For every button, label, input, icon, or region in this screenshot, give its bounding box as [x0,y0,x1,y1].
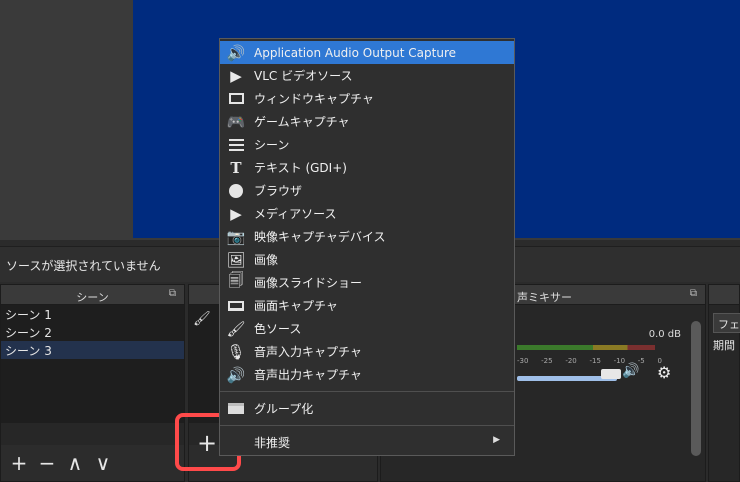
add-source-button[interactable]: + [192,429,222,457]
text-icon: T [230,158,242,177]
menu-item-label: 画面キャプチャ [254,299,338,313]
meter-tick: -30 [517,357,529,365]
volume-db-readout: 0.0 dB [648,329,681,340]
speaker-icon: 🔊 [226,43,246,62]
menu-item-label: グループ化 [254,402,314,416]
scene-item-3[interactable]: シーン 3 [1,341,184,359]
window-icon [224,90,248,108]
play-icon: ▶ [230,66,242,85]
menu-item-label: 音声入力キャプチャ [254,345,362,359]
menu-item-window-capture[interactable]: ウィンドウキャプチャ [220,87,514,110]
mixer-title: 声ミキサー [517,291,572,304]
brush-icon: 🖌 [193,311,211,327]
transition-duration-label: 期間 [713,339,735,352]
scene-item-1[interactable]: シーン 1 [1,305,184,323]
menu-item-vlc-video-source[interactable]: ▶ VLC ビデオソース [220,64,514,87]
monitor-icon [224,297,248,315]
menu-item-label: Application Audio Output Capture [254,45,456,60]
add-source-menu: 🔊 Application Audio Output Capture ▶ VLC… [219,38,515,456]
menu-item-label: シーン [254,138,290,152]
volume-slider-handle[interactable] [601,369,621,379]
menu-item-label: 色ソース [254,322,302,336]
speaker-icon: 🔊 [226,365,246,384]
gamepad-icon: 🎮 [226,112,246,131]
move-scene-up-button[interactable]: ∧ [63,451,87,475]
meter-tick: -25 [541,357,553,365]
scene-transitions-dock: フェ 期間 [708,284,740,482]
no-source-selected-text: ソースが選択されていません [6,259,161,273]
transition-select[interactable]: フェ [713,313,740,333]
menu-item-label: 画像スライドショー [254,276,363,290]
scene-list: シーン 1 シーン 2 シーン 3 [1,305,184,423]
transitions-header [709,285,739,305]
scenes-header: シーン ⧉ [1,285,184,305]
remove-scene-button[interactable]: − [35,451,59,475]
menu-item-browser[interactable]: ブラウザ [220,179,514,202]
slideshow-icon: 🗐 [228,271,244,289]
menu-item-color-source[interactable]: 🖌 色ソース [220,317,514,340]
menu-item-label: 画像 [254,253,279,267]
camera-icon: 📷 [226,227,246,246]
blank-icon [224,434,248,452]
list-icon [224,136,248,154]
folder-icon [224,400,248,418]
undock-icon[interactable]: ⧉ [169,288,176,299]
menu-item-label: ゲームキャプチャ [254,115,350,129]
mute-speaker-icon[interactable]: 🔊 [622,363,639,379]
image-icon: 🖼 [226,250,246,269]
menu-item-label: テキスト (GDI+) [254,161,347,175]
undock-icon[interactable]: ⧉ [690,288,697,299]
menu-item-group[interactable]: グループ化 [220,397,514,420]
menu-item-label: ブラウザ [254,184,303,198]
scenes-title: シーン [76,291,109,304]
meter-ticks: -30 -25 -20 -15 -10 -5 0 [517,357,662,365]
brush-icon: 🖌 [226,319,246,338]
meter-tick: -15 [589,357,601,365]
menu-item-game-capture[interactable]: 🎮 ゲームキャプチャ [220,110,514,133]
menu-item-text-gdi[interactable]: T テキスト (GDI+) [220,156,514,179]
gear-icon[interactable]: ⚙ [657,363,671,382]
menu-item-label: ウィンドウキャプチャ [254,92,374,106]
meter-tick: -20 [565,357,577,365]
scene-item-2[interactable]: シーン 2 [1,323,184,341]
menu-item-scene[interactable]: シーン [220,133,514,156]
move-scene-down-button[interactable]: ∨ [91,451,115,475]
globe-icon [224,182,248,200]
add-scene-button[interactable]: + [7,451,31,475]
menu-item-deprecated[interactable]: 非推奨 ▶ [220,431,514,454]
menu-item-label: 音声出力キャプチャ [254,368,362,382]
menu-item-image[interactable]: 🖼 画像 [220,248,514,271]
volume-meter [517,345,655,350]
menu-separator [220,391,514,392]
menu-item-label: VLC ビデオソース [254,69,353,83]
mixer-scrollbar[interactable] [691,321,701,456]
menu-item-media-source[interactable]: ▶ メディアソース [220,202,514,225]
microphone-icon: 🎙 [226,342,246,361]
menu-item-display-capture[interactable]: 画面キャプチャ [220,294,514,317]
menu-item-label: 非推奨 [254,436,291,450]
menu-item-label: 映像キャプチャデバイス [254,230,386,244]
submenu-arrow-icon: ▶ [493,435,500,445]
menu-item-image-slideshow[interactable]: 🗐 画像スライドショー [220,271,514,294]
menu-item-audio-input-capture[interactable]: 🎙 音声入力キャプチャ [220,340,514,363]
menu-item-label: メディアソース [254,207,337,221]
menu-item-audio-output-capture[interactable]: 🔊 音声出力キャプチャ [220,363,514,386]
menu-item-application-audio-capture[interactable]: 🔊 Application Audio Output Capture [220,41,514,64]
play-icon: ▶ [230,204,242,223]
scenes-dock: シーン ⧉ シーン 1 シーン 2 シーン 3 + − ∧ ∨ [0,284,185,482]
scenes-toolbar: + − ∧ ∨ [1,445,184,481]
menu-separator [220,425,514,426]
menu-item-video-capture-device[interactable]: 📷 映像キャプチャデバイス [220,225,514,248]
